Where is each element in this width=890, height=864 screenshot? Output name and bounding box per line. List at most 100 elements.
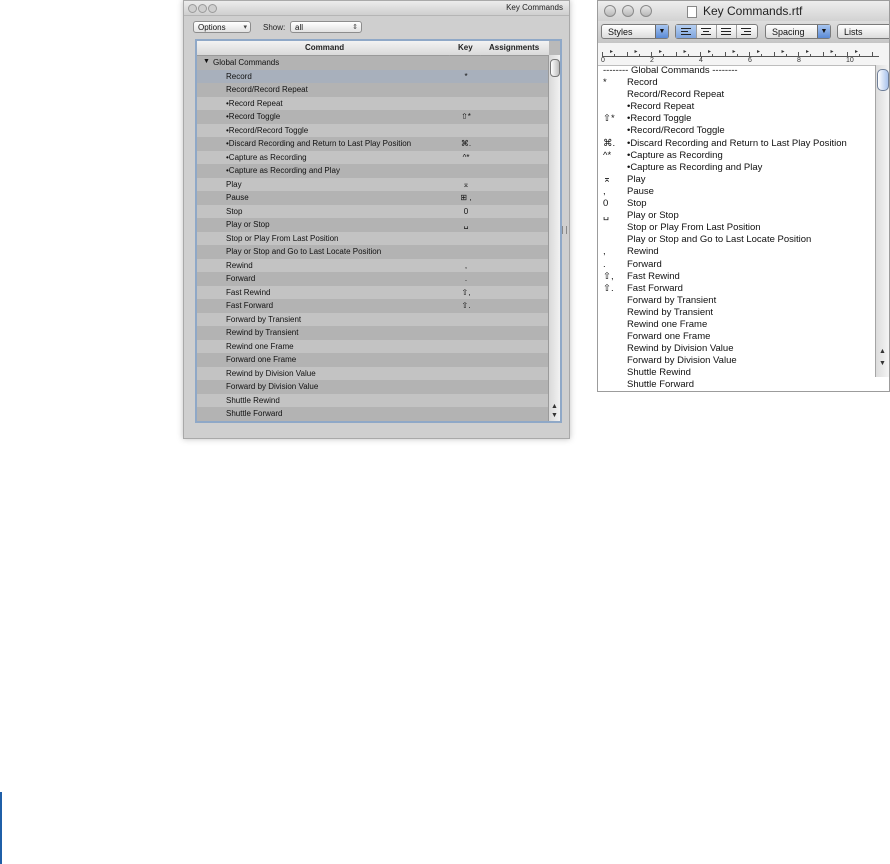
key-cell: * xyxy=(464,71,468,81)
tab-stop-icon[interactable]: ▸ xyxy=(806,48,809,55)
table-row[interactable]: Play ⌅ xyxy=(197,177,549,191)
column-header-command[interactable]: Command xyxy=(305,43,344,52)
line-text: Fast Forward xyxy=(627,282,683,294)
key-cell: 0 xyxy=(463,206,469,216)
line-text: Play xyxy=(627,173,646,185)
key-cell: ^* xyxy=(462,152,470,162)
line-key: , xyxy=(603,185,606,197)
table-row[interactable]: Rewind by Division Value xyxy=(197,366,549,380)
scroll-down-arrow-icon[interactable]: ▼ xyxy=(551,412,558,419)
table-row[interactable]: Stop or Play From Last Position xyxy=(197,231,549,245)
table-row[interactable]: Rewind one Frame xyxy=(197,339,549,353)
command-cell: Rewind by Transient xyxy=(226,328,299,337)
minimize-window-icon[interactable] xyxy=(198,4,207,13)
table-row[interactable]: Rewind by Transient xyxy=(197,326,549,340)
vertical-scrollbar[interactable]: ▲ ▼ xyxy=(875,65,889,377)
table-row[interactable]: Record * xyxy=(197,69,549,83)
scroll-thumb[interactable] xyxy=(550,59,560,77)
table-row[interactable]: •Record/Record Toggle xyxy=(197,123,549,137)
tab-stop-icon[interactable]: ▸ xyxy=(855,48,858,55)
lists-popup[interactable]: Lists xyxy=(837,24,889,39)
show-filter-select[interactable]: all ⇕ xyxy=(290,21,362,33)
line-text: Forward xyxy=(627,258,662,270)
command-cell: Global Commands xyxy=(213,58,280,67)
line-text: -------- Global Commands -------- xyxy=(603,65,738,76)
tab-stop-icon[interactable]: ▸ xyxy=(684,48,687,55)
spacing-popup[interactable]: Spacing ▼ xyxy=(765,24,831,39)
command-cell: Forward by Division Value xyxy=(226,382,319,391)
line-key: ^* xyxy=(603,149,612,161)
zoom-window-icon[interactable] xyxy=(208,4,217,13)
table-row[interactable]: Shuttle Rewind xyxy=(197,393,549,407)
close-window-icon[interactable] xyxy=(188,4,197,13)
document-line: Forward by Division Value xyxy=(598,355,877,367)
scroll-up-arrow-icon[interactable]: ▲ xyxy=(879,348,886,355)
document-line: Rewind one Frame xyxy=(598,319,877,331)
kc-window-title: Key Commands xyxy=(506,3,563,12)
page-edge-marker xyxy=(0,792,2,864)
tab-stop-icon[interactable]: ▸ xyxy=(733,48,736,55)
document-text-area[interactable]: -------- Global Commands -------- * Record… xyxy=(598,65,877,391)
line-key: ⌅ xyxy=(603,173,611,185)
table-row[interactable]: Pause ⊞ , xyxy=(197,191,549,205)
table-row[interactable]: •Record Repeat xyxy=(197,96,549,110)
document-line: . Forward xyxy=(598,259,877,271)
table-row[interactable]: Shuttle Forward xyxy=(197,407,549,421)
table-row[interactable]: Rewind, xyxy=(197,258,549,272)
line-text: •Discard Recording and Return to Last Pl… xyxy=(627,137,847,149)
table-group-row[interactable]: ▼ Global Commands xyxy=(197,56,549,70)
table-row[interactable]: Stop 0 xyxy=(197,204,549,218)
minimize-window-icon[interactable] xyxy=(622,5,634,17)
close-window-icon[interactable] xyxy=(604,5,616,17)
zoom-window-icon[interactable] xyxy=(640,5,652,17)
table-row[interactable]: Forward by Transient xyxy=(197,312,549,326)
scroll-up-arrow-icon[interactable]: ▲ xyxy=(551,403,558,410)
line-key: ⇧* xyxy=(603,113,615,125)
table-row[interactable]: •Discard Recording and Return to Last Pl… xyxy=(197,137,549,151)
line-text: Play or Stop xyxy=(627,210,679,222)
tab-stop-icon[interactable]: ▸ xyxy=(708,48,711,55)
table-row[interactable]: •Capture as Recording ^* xyxy=(197,150,549,164)
scroll-thumb[interactable] xyxy=(877,69,889,91)
styles-popup[interactable]: Styles ▼ xyxy=(601,24,669,39)
table-row[interactable]: Forward one Frame xyxy=(197,353,549,367)
disclosure-triangle-icon[interactable]: ▼ xyxy=(203,58,210,65)
line-text: Play or Stop and Go to Last Locate Posit… xyxy=(627,234,812,246)
tab-stop-icon[interactable]: ▸ xyxy=(659,48,662,55)
tab-stop-icon[interactable]: ▸ xyxy=(610,48,613,55)
key-cell: ⇧* xyxy=(461,112,471,121)
command-cell: Stop or Play From Last Position xyxy=(226,233,339,243)
vertical-scrollbar[interactable]: ▲ ▼ xyxy=(548,55,560,421)
tab-stop-icon[interactable]: ▸ xyxy=(757,48,760,55)
options-menu-button[interactable]: Options ▾ xyxy=(193,21,251,33)
table-row[interactable]: Forward. xyxy=(197,272,549,286)
align-left-button[interactable] xyxy=(676,25,697,38)
align-justify-button[interactable] xyxy=(716,25,737,38)
key-commands-table: Command Key Assignments ▼ Global Commands… xyxy=(195,39,562,423)
column-header-key[interactable]: Key xyxy=(458,43,473,52)
tab-stop-icon[interactable]: ▸ xyxy=(782,48,785,55)
line-text: •Capture as Recording and Play xyxy=(627,161,763,173)
table-row[interactable]: Play or Stop and Go to Last Locate Posit… xyxy=(197,245,549,259)
command-cell: •Record/Record Toggle xyxy=(226,125,309,135)
tab-stop-icon[interactable]: ▸ xyxy=(635,48,638,55)
line-key: ⇧. xyxy=(603,282,614,294)
align-right-button[interactable] xyxy=(736,25,756,38)
ruler-tick xyxy=(773,52,775,57)
ruler[interactable]: ▸ ▸ ▸ ▸ ▸ ▸ ▸ ▸ ▸ ▸ ▸ 0 2 4 6 8 10 xyxy=(598,43,889,66)
table-row[interactable]: Fast Rewind ⇧, xyxy=(197,285,549,299)
align-center-button[interactable] xyxy=(696,25,717,38)
scroll-down-arrow-icon[interactable]: ▼ xyxy=(879,360,886,367)
table-row[interactable]: Record/Record Repeat xyxy=(197,83,549,97)
ruler-number: 0 xyxy=(601,57,605,64)
table-row[interactable]: Fast Forward ⇧. xyxy=(197,299,549,313)
command-cell: •Discard Recording and Return to Last Pl… xyxy=(226,139,412,148)
table-row[interactable]: •Capture as Recording and Play xyxy=(197,164,549,178)
kc-title-bar: Key Commands xyxy=(184,1,569,16)
table-row[interactable]: •Record Toggle ⇧* xyxy=(197,110,549,124)
table-row[interactable]: Forward by Division Value xyxy=(197,380,549,394)
column-header-assignments[interactable]: Assignments xyxy=(489,43,539,52)
table-row[interactable]: Play or Stop ␣ xyxy=(197,218,549,232)
resize-handle-icon[interactable] xyxy=(562,226,567,234)
tab-stop-icon[interactable]: ▸ xyxy=(831,48,834,55)
